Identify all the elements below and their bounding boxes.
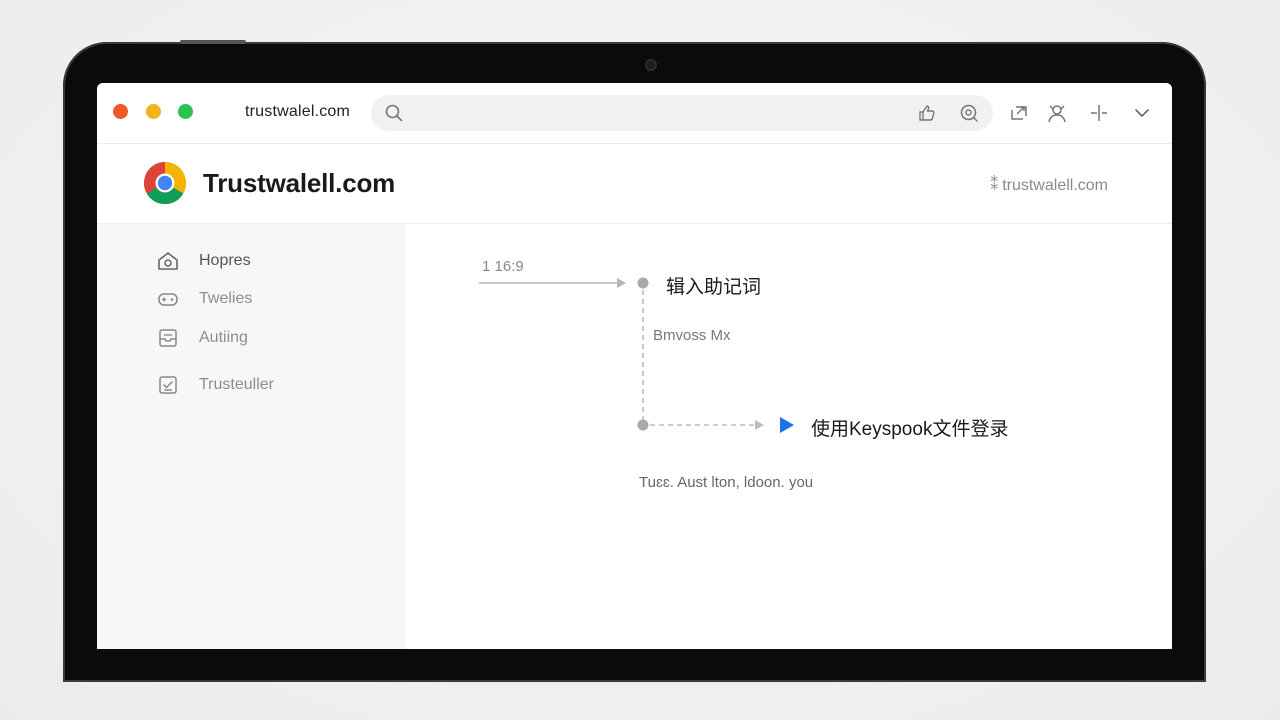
flow-node-2 <box>637 419 649 431</box>
flow-dashed-arrow-head <box>755 420 764 430</box>
browser-window: trustwalel.com Trustwalell.com ⁑ trustwa… <box>97 83 1172 649</box>
tab-title[interactable]: trustwalel.com <box>245 103 350 121</box>
flow-node-1 <box>637 277 649 289</box>
sidebar-item-autiing[interactable]: Autiing <box>157 326 248 350</box>
sidebar: Hopres Twelies Autiing Trusteuller <box>97 224 405 649</box>
ratio-label: 1 16:9 <box>482 258 524 275</box>
site-link[interactable]: ⁑ trustwalell.com <box>990 175 1108 195</box>
sidebar-item-label: Autiing <box>199 329 248 346</box>
camera-icon <box>645 59 657 71</box>
sidebar-item-label: Trusteuller <box>199 376 274 393</box>
inbox-icon <box>159 329 177 347</box>
sidebar-item-label: Twelies <box>199 290 253 307</box>
site-header: Trustwalell.com ⁑ trustwalell.com <box>97 144 1172 224</box>
search-icon <box>385 104 403 122</box>
sidebar-item-trusteuller[interactable]: Trusteuller <box>157 373 274 397</box>
checklist-icon <box>159 376 177 394</box>
site-link-text: trustwalell.com <box>1002 177 1108 194</box>
flow-arrow-head <box>617 278 626 288</box>
close-window-button[interactable] <box>113 104 128 119</box>
gamepad-icon <box>158 293 178 306</box>
chrome-logo-icon <box>143 162 187 205</box>
sidebar-item-twelies[interactable]: Twelies <box>157 287 252 311</box>
device-button <box>180 40 246 44</box>
sidebar-item-label: Hopres <box>199 252 251 269</box>
minimize-window-button[interactable] <box>146 104 161 119</box>
extension-icon[interactable] <box>1088 102 1110 124</box>
sidebar-item-home[interactable]: Hopres <box>157 249 251 273</box>
chevron-down-icon[interactable] <box>1131 102 1153 124</box>
address-bar[interactable] <box>371 95 993 131</box>
step-enter-mnemonic[interactable]: 辑入助记词 <box>666 272 761 299</box>
main-content: 1 16:9 辑入助记词 Bmvoss Mx 使用Keyspook文件登录 Tu… <box>405 224 1172 649</box>
maximize-window-button[interactable] <box>178 104 193 119</box>
link-icon: ⁑ <box>990 177 999 194</box>
browser-toolbar: trustwalel.com <box>97 83 1172 144</box>
share-icon[interactable] <box>1008 102 1030 124</box>
footer-note: Tuɛɛ. Aust lton, ldoon. you <box>639 474 814 491</box>
flow-diagram <box>479 277 794 433</box>
zoom-icon[interactable] <box>959 103 979 123</box>
site-title: Trustwalell.com <box>203 168 396 198</box>
thumbs-up-icon[interactable] <box>917 103 937 123</box>
profile-icon[interactable] <box>1046 102 1068 124</box>
play-icon <box>780 417 794 433</box>
home-icon <box>158 252 178 270</box>
step-sub-label: Bmvoss Mx <box>653 327 731 344</box>
step-keystore-login[interactable]: 使用Keyspook文件登录 <box>811 414 1008 441</box>
